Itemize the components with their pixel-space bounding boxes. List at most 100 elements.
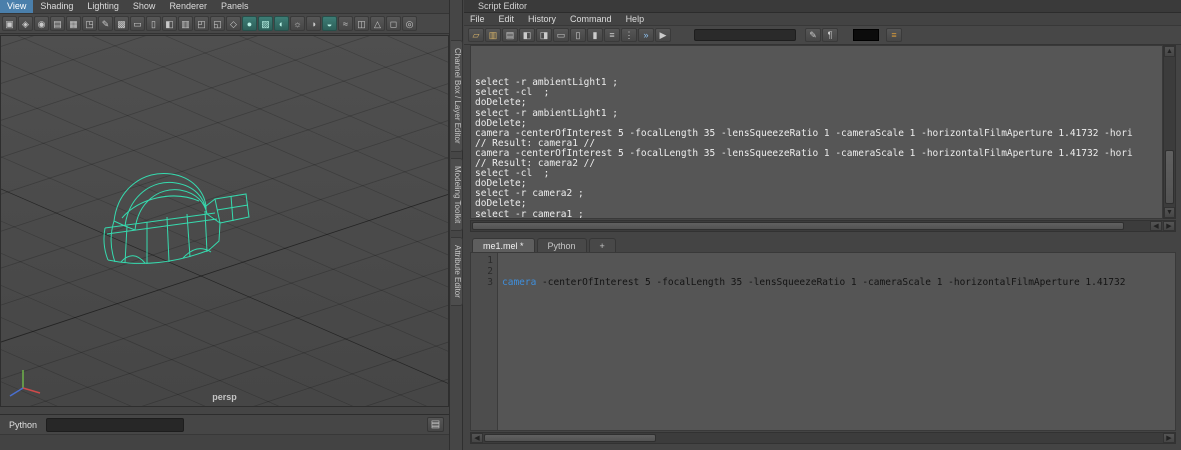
shadows-icon[interactable]: ◑ — [306, 16, 321, 31]
viewport-menu-item[interactable]: View — [0, 0, 33, 13]
scroll-thumb[interactable] — [484, 434, 656, 442]
history-line: // Result: camera2 // — [475, 159, 1162, 169]
panel-title: Script Editor — [478, 1, 527, 11]
image-plane-icon[interactable]: ▦ — [66, 16, 81, 31]
show-stack-trace-icon[interactable]: ⋮ — [621, 28, 637, 42]
scroll-right-arrow[interactable]: ▶ — [1163, 221, 1175, 231]
dock-tab[interactable]: Attribute Editor — [451, 237, 463, 306]
execute-icon[interactable]: ▶ — [655, 28, 671, 42]
two-d-pan-zoom-icon[interactable]: ◳ — [82, 16, 97, 31]
gate-mask-icon[interactable]: ◧ — [162, 16, 177, 31]
camera-attributes-icon[interactable]: ◉ — [34, 16, 49, 31]
history-line: select -r ambientLight1 ; — [475, 109, 1162, 119]
scroll-left-arrow[interactable]: ◀ — [471, 433, 483, 443]
history-line: select -r camera1 ; — [475, 210, 1162, 220]
viewport-panel: ViewShadingLightingShowRendererPanels ▣◈… — [0, 0, 449, 450]
line-number: 1 — [471, 255, 493, 266]
load-script-icon[interactable]: ▱ — [468, 28, 484, 42]
exposure-icon[interactable]: ◎ — [402, 16, 417, 31]
x-ray-icon[interactable]: ◻ — [386, 16, 401, 31]
script-editor-menubar: FileEditHistoryCommandHelp — [464, 13, 1181, 26]
ground-grid — [1, 36, 448, 406]
occlusion-icon[interactable]: ◒ — [322, 16, 337, 31]
echo-all-commands-icon[interactable]: ◨ — [536, 28, 552, 42]
dock-tab[interactable]: Modeling Toolkit — [451, 158, 463, 231]
grease-pencil-icon[interactable]: ✎ — [98, 16, 113, 31]
line-numbers-icon[interactable]: ≡ — [604, 28, 620, 42]
show-history-icon[interactable]: ◧ — [519, 28, 535, 42]
save-script-icon[interactable]: ▥ — [485, 28, 501, 42]
wireframe-display-icon[interactable]: ◇ — [226, 16, 241, 31]
viewport-canvas[interactable] — [1, 36, 448, 406]
clear-history-icon[interactable]: ▭ — [553, 28, 569, 42]
bookmarks-icon[interactable]: ▤ — [50, 16, 65, 31]
film-gate-icon[interactable]: ▭ — [130, 16, 145, 31]
grid-display-icon[interactable]: ▩ — [114, 16, 129, 31]
mel-keyword: camera — [502, 277, 536, 288]
viewport-menu-item[interactable]: Shading — [33, 0, 80, 13]
script-tab-bar: me1.mel *Python+ — [472, 237, 616, 252]
input-horizontal-scrollbar[interactable]: ◀ ▶ — [470, 432, 1176, 444]
clear-all-icon[interactable]: ▮ — [587, 28, 603, 42]
command-line-input[interactable] — [46, 418, 184, 432]
lighting-icon[interactable]: ☼ — [290, 16, 305, 31]
use-default-material-icon[interactable]: ◐ — [274, 16, 289, 31]
isolate-select-icon[interactable]: △ — [370, 16, 385, 31]
script-editor-toggle-icon[interactable]: ▤ — [427, 417, 444, 432]
command-language-toggle[interactable]: Python — [0, 420, 46, 430]
script-editor-panel: Script Editor FileEditHistoryCommandHelp… — [464, 0, 1181, 450]
safe-title-icon[interactable]: ◱ — [210, 16, 225, 31]
scroll-left-arrow[interactable]: ◀ — [1150, 221, 1162, 231]
select-camera-icon[interactable]: ▣ — [2, 16, 17, 31]
perspective-viewport[interactable]: persp — [0, 35, 449, 407]
dock-tab[interactable]: Channel Box / Layer Editor — [451, 40, 463, 152]
lock-camera-icon[interactable]: ◈ — [18, 16, 33, 31]
output-vertical-scrollbar[interactable]: ▲ ▼ — [1163, 45, 1176, 219]
code-editor[interactable]: camera -centerOfInterest 5 -focalLength … — [498, 253, 1175, 430]
script-editor-menu-item[interactable]: Help — [620, 14, 653, 24]
script-editor-toolbar: ▱▥▤◧◨▭▯▮≡⋮»▶ ✎¶ ≡ — [464, 26, 1181, 45]
script-editor-menu-item[interactable]: History — [522, 14, 564, 24]
history-line: select -r camera2 ; — [475, 189, 1162, 199]
safe-action-icon[interactable]: ◰ — [194, 16, 209, 31]
script-history-output[interactable]: select -r ambientLight1 ;select -cl ;doD… — [470, 45, 1163, 219]
toolbar-icon-group-right: ✎¶ — [805, 28, 838, 42]
script-editor-menu-item[interactable]: Command — [564, 14, 620, 24]
stack-trace-icon[interactable]: ≡ — [886, 28, 902, 42]
textured-display-icon[interactable]: ▨ — [258, 16, 273, 31]
multisample-icon[interactable]: ◫ — [354, 16, 369, 31]
find-next-icon[interactable]: ✎ — [805, 28, 821, 42]
save-to-shelf-icon[interactable]: ▤ — [502, 28, 518, 42]
script-editor-menu-item[interactable]: Edit — [493, 14, 523, 24]
resolution-gate-icon[interactable]: ▯ — [146, 16, 161, 31]
viewport-menu-item[interactable]: Renderer — [162, 0, 214, 13]
scroll-right-arrow[interactable]: ▶ — [1163, 433, 1175, 443]
script-input-pane[interactable]: 123 camera -centerOfInterest 5 -focalLen… — [470, 252, 1176, 431]
field-chart-icon[interactable]: ▥ — [178, 16, 193, 31]
scroll-up-arrow[interactable]: ▲ — [1164, 46, 1175, 57]
viewport-menu-item[interactable]: Show — [126, 0, 163, 13]
mel-arguments: -centerOfInterest 5 -focalLength 35 -len… — [536, 277, 1125, 288]
script-editor-titlebar[interactable]: Script Editor — [464, 0, 1181, 13]
scroll-thumb[interactable] — [1165, 150, 1174, 204]
scroll-down-arrow[interactable]: ▼ — [1164, 207, 1175, 218]
search-input[interactable] — [694, 29, 796, 41]
command-line-bar: Python ▤ — [0, 414, 449, 434]
line-number-gutter: 123 — [471, 253, 498, 430]
help-line — [0, 434, 449, 450]
viewport-toolbar: ▣◈◉▤▦◳✎▩▭▯◧▥◰◱◇●▨◐☼◑◒≈◫△◻◎ — [0, 14, 449, 34]
script-editor-menu-item[interactable]: File — [464, 14, 493, 24]
script-tab[interactable]: me1.mel * — [472, 238, 535, 252]
script-tab[interactable]: Python — [537, 238, 587, 252]
motion-blur-icon[interactable]: ≈ — [338, 16, 353, 31]
execute-all-icon[interactable]: » — [638, 28, 654, 42]
output-horizontal-scrollbar[interactable]: ◀ ▶ — [470, 220, 1176, 232]
scroll-thumb[interactable] — [472, 222, 1124, 230]
find-replace-icon[interactable]: ¶ — [822, 28, 838, 42]
script-tab[interactable]: + — [589, 238, 616, 252]
line-number: 2 — [471, 266, 493, 277]
viewport-menu-item[interactable]: Lighting — [80, 0, 126, 13]
smooth-shade-icon[interactable]: ● — [242, 16, 257, 31]
clear-input-icon[interactable]: ▯ — [570, 28, 586, 42]
viewport-menu-item[interactable]: Panels — [214, 0, 256, 13]
